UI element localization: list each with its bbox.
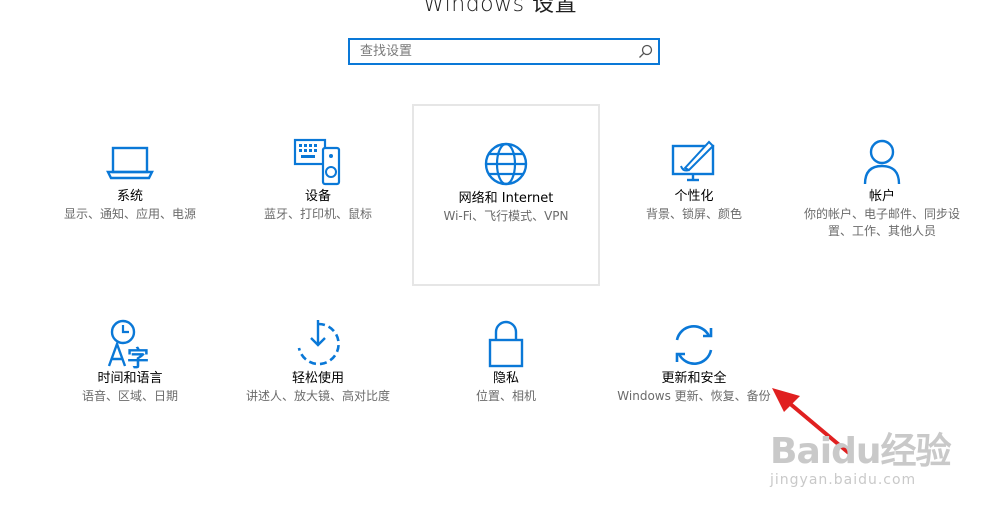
tile-description: 蓝牙、打印机、鼠标	[263, 207, 372, 221]
devices-icon	[293, 138, 341, 186]
tile-devices[interactable]: 设备 蓝牙、打印机、鼠标	[224, 136, 412, 223]
tile-label: 系统	[116, 189, 143, 204]
tile-description: 显示、通知、应用、电源	[63, 207, 196, 221]
tile-time-language[interactable]: 字 时间和语言 语音、区域、日期	[36, 318, 224, 405]
tile-label: 隐私	[492, 371, 519, 386]
tile-label: 帐户	[868, 189, 895, 204]
tile-description: 你的帐户、电子邮件、同步设置、工作、其他人员	[803, 207, 960, 238]
tile-label: 时间和语言	[97, 371, 163, 386]
tile-label: 个性化	[674, 189, 714, 204]
tile-label: 网络和 Internet	[458, 191, 554, 206]
tile-description: 位置、相机	[475, 389, 536, 403]
tile-description: 背景、锁屏、颜色	[645, 207, 742, 221]
tile-description: 语音、区域、日期	[81, 389, 178, 403]
page-title: Windows 设置	[422, 0, 578, 17]
tile-system[interactable]: 系统 显示、通知、应用、电源	[36, 136, 224, 223]
watermark-url: jingyan.baidu.com	[770, 472, 917, 488]
tile-accounts[interactable]: 帐户 你的帐户、电子邮件、同步设置、工作、其他人员	[788, 136, 976, 240]
tile-personalization[interactable]: 个性化 背景、锁屏、颜色	[600, 136, 788, 223]
tile-ease-of-access[interactable]: 轻松使用 讲述人、放大镜、高对比度	[224, 318, 412, 405]
laptop-icon	[106, 146, 154, 180]
update-icon	[675, 325, 713, 365]
globe-icon	[484, 142, 528, 186]
tile-description: 讲述人、放大镜、高对比度	[245, 389, 390, 403]
time-language-icon: 字	[107, 319, 149, 370]
lock-icon	[488, 320, 524, 368]
search-box[interactable]	[348, 38, 660, 65]
watermark-logo: Baidu经验	[770, 431, 951, 472]
paint-icon	[671, 140, 715, 182]
svg-text:字: 字	[127, 346, 149, 370]
tile-label: 设备	[304, 189, 331, 204]
tile-privacy[interactable]: 隐私 位置、相机	[412, 318, 600, 405]
search-icon[interactable]	[636, 43, 654, 61]
tile-network[interactable]: 网络和 Internet Wi-Fi、飞行模式、VPN	[412, 104, 600, 286]
person-icon	[863, 139, 901, 185]
tile-label: 轻松使用	[291, 371, 344, 386]
search-input[interactable]	[350, 40, 640, 63]
ease-of-access-icon	[297, 320, 340, 366]
tile-description: Wi-Fi、飞行模式、VPN	[443, 209, 569, 223]
watermark: Baidu经验 jingyan.baidu.com	[770, 400, 1000, 513]
